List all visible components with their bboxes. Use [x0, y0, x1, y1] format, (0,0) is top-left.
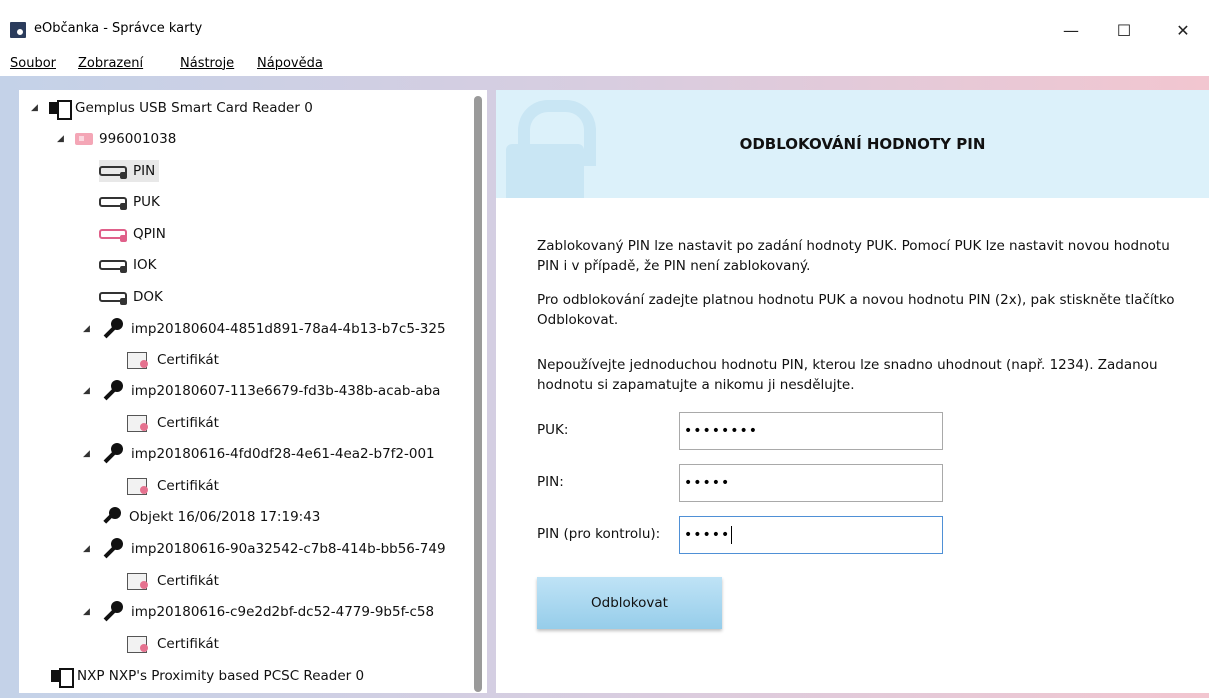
tree-node-label: DOK — [133, 289, 163, 305]
close-button[interactable]: ✕ — [1160, 14, 1206, 46]
tree-node-label: Certifikát — [157, 573, 219, 589]
expand-triangle-icon[interactable]: ◢ — [83, 386, 93, 396]
tree-node-dok[interactable]: DOK — [99, 286, 163, 308]
tree-node-key[interactable]: ◢ imp20180616-c9e2d2bf-dc52-4779-9b5f-c5… — [83, 601, 434, 623]
tree-node-puk[interactable]: PUK — [99, 191, 160, 213]
minimize-button[interactable]: — — [1048, 14, 1094, 46]
expand-triangle-icon[interactable]: ◢ — [83, 544, 93, 554]
maximize-button[interactable]: ☐ — [1101, 14, 1147, 46]
tree-node-label: NXP NXP's Proximity based PCSC Reader 0 — [77, 668, 365, 684]
qpin-icon — [99, 229, 127, 242]
tree-node-label: Objekt 16/06/2018 17:19:43 — [129, 509, 321, 525]
tree-node-reader[interactable]: ◢ Gemplus USB Smart Card Reader 0 — [31, 97, 313, 120]
key-person-icon — [101, 443, 125, 465]
pin-icon — [99, 166, 127, 179]
tree-node-object[interactable]: Objekt 16/06/2018 17:19:43 — [101, 506, 320, 528]
tree-node-certificate[interactable]: Certifikát — [127, 412, 219, 434]
puk-field[interactable]: •••••••• — [679, 412, 943, 450]
tree-node-key[interactable]: ◢ imp20180616-90a32542-c7b8-414b-bb56-74… — [83, 538, 446, 560]
tree-node-label: imp20180616-90a32542-c7b8-414b-bb56-749 — [131, 541, 446, 557]
tree-node-card[interactable]: ◢ 996001038 — [57, 128, 176, 150]
pin-confirm-value: ••••• — [684, 527, 731, 543]
certificate-icon — [127, 350, 151, 370]
tree-node-certificate[interactable]: Certifikát — [127, 475, 219, 497]
tree-node-label: 996001038 — [99, 131, 177, 147]
tree-node-label: Certifikát — [157, 478, 219, 494]
tree-node-label: imp20180616-c9e2d2bf-dc52-4779-9b5f-c58 — [131, 604, 435, 620]
tree-node-label: Certifikát — [157, 352, 219, 368]
page-title: ODBLOKOVÁNÍ HODNOTY PIN — [739, 135, 986, 153]
tree-node-pin[interactable]: PIN — [99, 160, 160, 182]
menu-nastroje[interactable]: Nástroje — [180, 56, 234, 71]
app-icon — [10, 22, 26, 38]
description-paragraph: Nepoužívejte jednoduchou hodnotu PIN, kt… — [537, 357, 1158, 393]
menu-napoveda[interactable]: Nápověda — [257, 56, 323, 71]
menu-zobrazeni[interactable]: Zobrazení — [78, 56, 143, 71]
certificate-icon — [127, 413, 151, 433]
unblock-pin-panel: ODBLOKOVÁNÍ HODNOTY PIN Zablokovaný PIN … — [496, 90, 1209, 693]
card-reader-icon — [49, 100, 72, 120]
tree-node-label: Certifikát — [157, 415, 219, 431]
pin-confirm-field[interactable]: ••••• — [679, 516, 943, 554]
unblock-button[interactable]: Odblokovat — [537, 577, 722, 629]
smart-card-icon — [75, 133, 93, 145]
pin-icon — [99, 260, 127, 273]
expand-triangle-icon[interactable]: ◢ — [57, 134, 67, 144]
tree-node-qpin[interactable]: QPIN — [99, 223, 166, 245]
pin-label: PIN: — [537, 474, 564, 490]
header-band: ODBLOKOVÁNÍ HODNOTY PIN — [496, 90, 1209, 198]
tree-node-certificate[interactable]: Certifikát — [127, 570, 219, 592]
tree-node-label: Gemplus USB Smart Card Reader 0 — [75, 100, 313, 116]
puk-label: PUK: — [537, 422, 569, 438]
key-person-icon — [101, 538, 125, 560]
tree-node-label: PIN — [133, 163, 156, 179]
pin-value: ••••• — [684, 475, 731, 491]
card-reader-icon — [51, 668, 74, 688]
tree-node-label: imp20180604-4851d891-78a4-4b13-b7c5-325 — [131, 321, 446, 337]
certificate-icon — [127, 571, 151, 591]
key-person-icon — [101, 380, 125, 402]
tree-node-label: PUK — [133, 194, 160, 210]
tree-node-certificate[interactable]: Certifikát — [127, 633, 219, 655]
tree-node-label: QPIN — [133, 226, 166, 242]
expand-triangle-icon[interactable]: ◢ — [83, 607, 93, 617]
tree-node-iok[interactable]: IOK — [99, 254, 156, 276]
card-tree: ◢ Gemplus USB Smart Card Reader 0 ◢ 9960… — [19, 90, 487, 693]
expand-triangle-icon[interactable]: ◢ — [31, 103, 41, 113]
expand-triangle-icon[interactable]: ◢ — [83, 449, 93, 459]
tree-node-certificate[interactable]: Certifikát — [127, 349, 219, 371]
tree-node-key[interactable]: ◢ imp20180616-4fd0df28-4e61-4ea2-b7f2-00… — [83, 443, 435, 465]
window-title: eObčanka - Správce karty — [34, 21, 203, 36]
menu-soubor[interactable]: Soubor — [10, 56, 56, 71]
certificate-icon — [127, 634, 151, 654]
tree-node-label: Certifikát — [157, 636, 219, 652]
tree-scrollbar[interactable] — [474, 96, 482, 692]
expand-triangle-icon[interactable]: ◢ — [83, 324, 93, 334]
tree-node-reader[interactable]: NXP NXP's Proximity based PCSC Reader 0 — [51, 665, 365, 688]
pin-confirm-label: PIN (pro kontrolu): — [537, 526, 661, 542]
key-icon — [101, 507, 123, 527]
text-caret — [731, 526, 733, 544]
tree-node-key[interactable]: ◢ imp20180604-4851d891-78a4-4b13-b7c5-32… — [83, 318, 446, 340]
key-person-icon — [101, 318, 125, 340]
tree-node-label: imp20180616-4fd0df28-4e61-4ea2-b7f2-001 — [131, 446, 435, 462]
tree-node-label: IOK — [133, 257, 157, 273]
pin-icon — [99, 197, 127, 210]
description-paragraph: Zablokovaný PIN lze nastavit po zadání h… — [537, 238, 1170, 274]
description-paragraph: Pro odblokování zadejte platnou hodnotu … — [537, 292, 1175, 328]
tree-node-key[interactable]: ◢ imp20180607-113e6679-fd3b-438b-acab-ab… — [83, 380, 440, 402]
pin-icon — [99, 292, 127, 305]
key-person-icon — [101, 601, 125, 623]
title-bar: eObčanka - Správce karty — ☐ ✕ — [0, 0, 1209, 52]
menu-bar: Soubor Zobrazení Nástroje Nápověda — [0, 52, 1209, 76]
certificate-icon — [127, 476, 151, 496]
tree-node-label: imp20180607-113e6679-fd3b-438b-acab-aba — [131, 383, 441, 399]
pin-field[interactable]: ••••• — [679, 464, 943, 502]
puk-value: •••••••• — [684, 423, 759, 439]
